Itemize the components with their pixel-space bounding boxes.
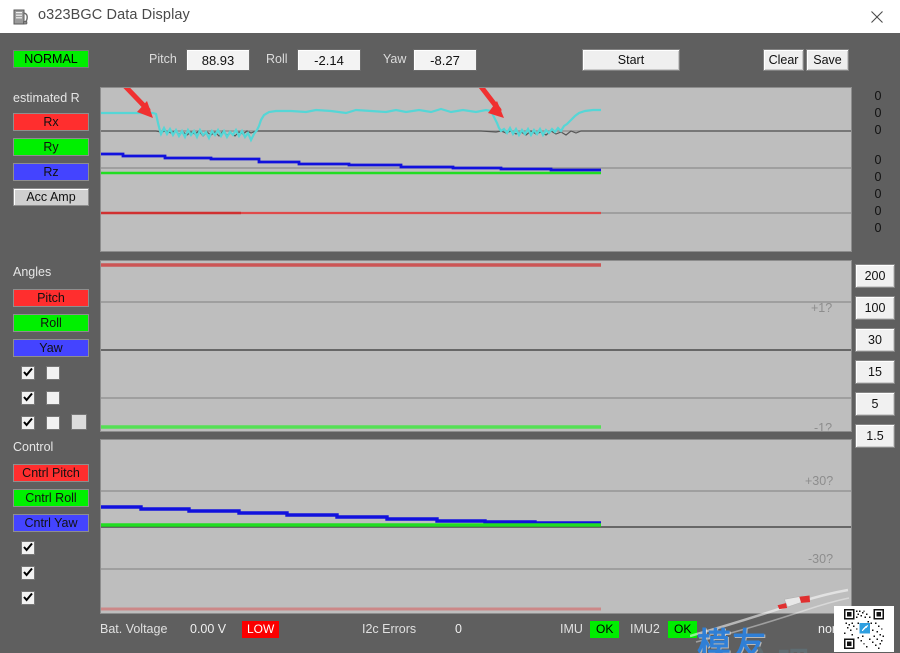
readout-7: 0 bbox=[874, 221, 882, 235]
watermark-text-1: 模友 bbox=[697, 626, 767, 653]
chart-estimated-r-svg bbox=[101, 88, 851, 251]
axis-label-panel2-top: +1? bbox=[811, 301, 833, 315]
legend-pitch[interactable]: Pitch bbox=[13, 289, 89, 307]
checkbox-angle-roll-secondary[interactable] bbox=[46, 391, 60, 405]
checkbox-angle-yaw-secondary[interactable] bbox=[46, 416, 60, 430]
legend-acc-amp[interactable]: Acc Amp bbox=[13, 188, 89, 206]
start-button[interactable]: Start bbox=[582, 49, 680, 71]
scale-button-5[interactable]: 5 bbox=[855, 392, 895, 416]
battery-label: Bat. Voltage bbox=[100, 622, 168, 636]
close-button[interactable] bbox=[854, 0, 900, 33]
checkbox-control-pitch[interactable] bbox=[21, 541, 35, 555]
readout-0: 0 bbox=[874, 89, 882, 103]
legend-yaw[interactable]: Yaw bbox=[13, 339, 89, 357]
readout-5: 0 bbox=[874, 187, 882, 201]
battery-status-badge: LOW bbox=[242, 621, 280, 638]
readout-2: 0 bbox=[874, 123, 882, 137]
checkbox-angle-pitch-secondary[interactable] bbox=[46, 366, 60, 380]
legend-rx[interactable]: Rx bbox=[13, 113, 89, 131]
scale-button-15[interactable]: 15 bbox=[855, 360, 895, 384]
checkbox-angle-pitch-primary[interactable] bbox=[21, 366, 35, 380]
check-icon bbox=[23, 367, 33, 377]
roll-field[interactable]: -2.14 bbox=[297, 49, 361, 71]
checkbox-control-roll[interactable] bbox=[21, 566, 35, 580]
close-icon bbox=[871, 10, 883, 23]
axis-label-panel2-bottom: -1? bbox=[814, 421, 833, 435]
chart-angles-svg bbox=[101, 261, 851, 431]
legend-cntrl-yaw[interactable]: Cntrl Yaw bbox=[13, 514, 89, 532]
legend-roll[interactable]: Roll bbox=[13, 314, 89, 332]
chart-panel-estimated-r[interactable] bbox=[100, 87, 852, 252]
check-icon bbox=[23, 542, 33, 552]
readout-6: 0 bbox=[874, 204, 882, 218]
legend-rz[interactable]: Rz bbox=[13, 163, 89, 181]
yaw-label: Yaw bbox=[383, 52, 407, 66]
clear-button[interactable]: Clear bbox=[763, 49, 804, 71]
check-icon bbox=[23, 592, 33, 602]
readout-4: 0 bbox=[874, 170, 882, 184]
battery-value: 0.00 V bbox=[190, 622, 227, 636]
i2c-errors-value: 0 bbox=[455, 622, 462, 636]
imu2-label: IMU2 bbox=[630, 622, 660, 636]
window-title: o323BGC Data Display bbox=[38, 7, 190, 23]
chart-panel-angles[interactable] bbox=[100, 260, 852, 432]
yaw-field[interactable]: -8.27 bbox=[413, 49, 477, 71]
client-area: NORMAL Pitch 88.93 Roll -2.14 Yaw -8.27 … bbox=[0, 33, 900, 653]
section-heading-angles: Angles bbox=[13, 265, 52, 279]
chart-control-svg bbox=[101, 440, 851, 613]
scale-button-30[interactable]: 30 bbox=[855, 328, 895, 352]
legend-cntrl-roll[interactable]: Cntrl Roll bbox=[13, 489, 89, 507]
status-badge-normal: NORMAL bbox=[13, 50, 89, 68]
check-icon bbox=[23, 417, 33, 427]
app-icon bbox=[12, 8, 30, 26]
i2c-errors-label: I2c Errors bbox=[362, 622, 417, 636]
check-icon bbox=[23, 392, 33, 402]
app-window: o323BGC Data Display NORMAL Pitch 88.93 … bbox=[0, 0, 900, 653]
pitch-field[interactable]: 88.93 bbox=[186, 49, 250, 71]
checkbox-angle-yaw-primary[interactable] bbox=[21, 416, 35, 430]
scale-button-200[interactable]: 200 bbox=[855, 264, 895, 288]
legend-cntrl-pitch[interactable]: Cntrl Pitch bbox=[13, 464, 89, 482]
scale-button-100[interactable]: 100 bbox=[855, 296, 895, 320]
pitch-label: Pitch bbox=[149, 52, 177, 66]
checkbox-control-yaw[interactable] bbox=[21, 591, 35, 605]
title-bar: o323BGC Data Display bbox=[0, 0, 900, 34]
imu-status-badge: OK bbox=[590, 621, 620, 638]
imu-label: IMU bbox=[560, 622, 583, 636]
readout-3: 0 bbox=[874, 153, 882, 167]
section-heading-estimated-r: estimated R bbox=[13, 91, 80, 105]
legend-ry[interactable]: Ry bbox=[13, 138, 89, 156]
imu2-status-badge: OK bbox=[668, 621, 698, 638]
checkbox-angle-yaw-tertiary[interactable] bbox=[71, 414, 87, 430]
scale-button-1-5[interactable]: 1.5 bbox=[855, 424, 895, 448]
section-heading-control: Control bbox=[13, 440, 54, 454]
axis-label-panel3-top: +30? bbox=[805, 474, 834, 488]
checkbox-angle-roll-primary[interactable] bbox=[21, 391, 35, 405]
chart-panel-control[interactable] bbox=[100, 439, 852, 614]
readout-1: 0 bbox=[874, 106, 882, 120]
axis-label-panel3-bottom: -30? bbox=[808, 552, 834, 566]
save-button[interactable]: Save bbox=[806, 49, 849, 71]
watermark-text-2: 之吧 bbox=[744, 638, 810, 653]
qr-code bbox=[834, 606, 894, 652]
check-icon bbox=[23, 567, 33, 577]
roll-label: Roll bbox=[266, 52, 288, 66]
